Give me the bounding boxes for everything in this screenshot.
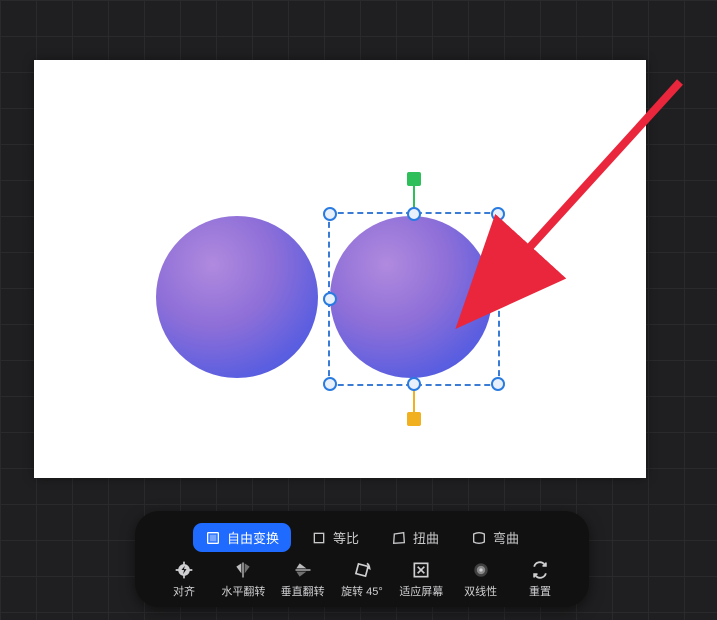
tool-reset[interactable]: 重置 <box>513 560 567 599</box>
rotation-handle[interactable] <box>407 172 421 186</box>
handle-bot-right[interactable] <box>491 377 505 391</box>
handle-bot-mid[interactable] <box>407 377 421 391</box>
tool-bilinear[interactable]: 双线性 <box>454 560 508 599</box>
tool-label: 适应屏幕 <box>399 583 443 599</box>
tab-warp[interactable]: 弯曲 <box>459 523 531 552</box>
tab-label: 等比 <box>333 528 359 547</box>
tool-label: 对齐 <box>173 583 195 599</box>
warp-icon <box>471 530 487 546</box>
tool-label: 垂直翻转 <box>281 583 325 599</box>
rotation-line <box>413 184 415 214</box>
transform-tools: 对齐 水平翻转 垂直翻转 旋转 45° 适应屏幕 双线性 重置 <box>135 556 589 599</box>
align-icon <box>174 560 194 580</box>
skew-handle[interactable] <box>407 412 421 426</box>
transform-toolbar: 自由变换 等比 扭曲 弯曲 对齐 水平翻转 垂直翻转 旋转 45 <box>135 511 589 607</box>
flip-vertical-icon <box>293 560 313 580</box>
flip-horizontal-icon <box>233 560 253 580</box>
handle-bot-left[interactable] <box>323 377 337 391</box>
tool-label: 水平翻转 <box>221 583 265 599</box>
tab-label: 扭曲 <box>413 528 439 547</box>
skew-line <box>413 384 415 414</box>
shape-circle-2[interactable] <box>330 216 492 378</box>
distort-icon <box>391 530 407 546</box>
tool-flip-horizontal[interactable]: 水平翻转 <box>216 560 270 599</box>
transform-tabs: 自由变换 等比 扭曲 弯曲 <box>135 511 589 556</box>
shape-circle-1[interactable] <box>156 216 318 378</box>
tool-align[interactable]: 对齐 <box>157 560 211 599</box>
handle-mid-right[interactable] <box>491 292 505 306</box>
free-transform-icon <box>205 530 221 546</box>
reset-icon <box>530 560 550 580</box>
canvas[interactable] <box>34 60 646 478</box>
rotate-icon <box>352 560 372 580</box>
tab-distort[interactable]: 扭曲 <box>379 523 451 552</box>
tool-label: 双线性 <box>464 583 497 599</box>
tab-constrain[interactable]: 等比 <box>299 523 371 552</box>
fit-screen-icon <box>411 560 431 580</box>
handle-top-right[interactable] <box>491 207 505 221</box>
handle-top-left[interactable] <box>323 207 337 221</box>
bilinear-icon <box>471 560 491 580</box>
tool-flip-vertical[interactable]: 垂直翻转 <box>276 560 330 599</box>
tool-label: 旋转 45° <box>341 583 383 599</box>
tool-fit-screen[interactable]: 适应屏幕 <box>394 560 448 599</box>
constrain-icon <box>311 530 327 546</box>
tab-label: 自由变换 <box>227 528 279 547</box>
tab-free-transform[interactable]: 自由变换 <box>193 523 291 552</box>
tab-label: 弯曲 <box>493 528 519 547</box>
tool-label: 重置 <box>529 583 551 599</box>
tool-rotate-45[interactable]: 旋转 45° <box>335 560 389 599</box>
